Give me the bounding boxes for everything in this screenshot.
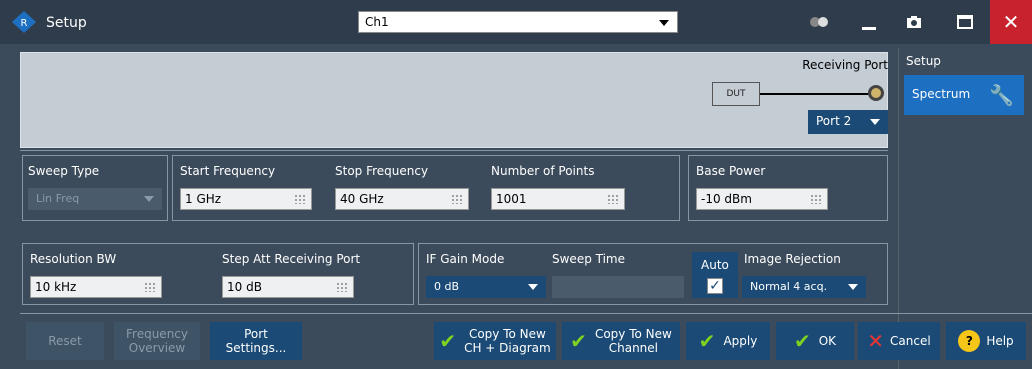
if-gain-mode-select[interactable]: 0 dB	[426, 276, 546, 298]
if-gain-value: 0 dB	[434, 280, 460, 293]
ok-button[interactable]: ✔ OK	[776, 322, 854, 360]
port-settings-button[interactable]: Port Settings...	[210, 322, 302, 360]
base-power-label: Base Power	[696, 164, 766, 178]
checkmark-icon: ✔	[698, 329, 716, 353]
base-power-input[interactable]: -10 dBm	[696, 188, 828, 210]
image-rejection-label: Image Rejection	[744, 252, 841, 266]
if-gain-mode-label: IF Gain Mode	[426, 252, 505, 266]
port-select[interactable]: Port 2	[808, 110, 888, 134]
receiving-port-label: Receiving Port	[802, 58, 888, 72]
keypad-icon[interactable]	[294, 194, 305, 204]
sweep-time-input	[552, 276, 684, 298]
close-icon[interactable]: ✕	[990, 0, 1032, 44]
spectrum-button[interactable]: Spectrum 🔧	[904, 75, 1024, 115]
image-rejection-select[interactable]: Normal 4 acq.	[742, 276, 866, 298]
frequency-overview-button: Frequency Overview	[114, 322, 200, 360]
chevron-down-icon	[528, 284, 538, 290]
channel-select-value: Ch1	[365, 15, 389, 29]
minimize-icon[interactable]	[848, 0, 890, 44]
start-frequency-input[interactable]: 1 GHz	[180, 188, 312, 210]
keypad-icon[interactable]	[336, 282, 347, 292]
cancel-button[interactable]: ✕ Cancel	[858, 322, 940, 360]
checkmark-icon: ✔	[570, 329, 587, 353]
keypad-icon[interactable]	[810, 194, 821, 204]
start-frequency-label: Start Frequency	[180, 164, 276, 178]
auto-label: Auto	[701, 258, 729, 272]
image-rejection-value: Normal 4 acq.	[750, 280, 828, 293]
apply-button[interactable]: ✔ Apply	[686, 322, 770, 360]
sweep-type-value: Lin Freq	[36, 192, 80, 205]
svg-text:R: R	[21, 18, 28, 29]
resolution-bw-input[interactable]: 10 kHz	[30, 276, 162, 298]
port-select-value: Port 2	[816, 114, 852, 128]
step-att-label: Step Att Receiving Port	[222, 252, 361, 266]
help-button[interactable]: ? Help	[946, 322, 1026, 360]
channel-select[interactable]: Ch1	[358, 11, 678, 33]
stop-frequency-input[interactable]: 40 GHz	[335, 188, 469, 210]
maximize-icon[interactable]	[944, 0, 986, 44]
reset-button: Reset	[26, 322, 104, 360]
keypad-icon[interactable]	[451, 194, 462, 204]
chevron-down-icon	[144, 196, 154, 202]
port-connector-icon	[868, 85, 884, 101]
x-icon: ✕	[867, 329, 885, 353]
checkmark-icon: ✔	[793, 329, 811, 353]
divider	[20, 313, 1032, 314]
rohde-schwarz-logo-icon: R	[12, 11, 36, 33]
stop-frequency-label: Stop Frequency	[335, 164, 429, 178]
resolution-bw-label: Resolution BW	[30, 252, 117, 266]
number-of-points-label: Number of Points	[491, 164, 595, 178]
spectrum-label: Spectrum	[912, 87, 971, 101]
chevron-down-icon	[659, 20, 669, 26]
copy-to-new-ch-diagram-button[interactable]: ✔ Copy To New CH + Diagram	[434, 322, 556, 360]
setup-label: Setup	[906, 54, 941, 68]
checkmark-icon: ✔	[439, 329, 457, 353]
chevron-down-icon	[870, 119, 880, 125]
connection-line	[760, 93, 872, 95]
keypad-icon[interactable]	[144, 282, 155, 292]
sweep-type-label: Sweep Type	[28, 164, 100, 178]
step-att-input[interactable]: 10 dB	[222, 276, 354, 298]
copy-to-new-channel-button[interactable]: ✔ Copy To New Channel	[562, 322, 680, 360]
sweep-time-label: Sweep Time	[552, 252, 625, 266]
number-of-points-input[interactable]: 1001	[491, 188, 625, 210]
help-icon: ?	[958, 330, 981, 352]
toggle-icon[interactable]	[798, 0, 840, 44]
divider	[20, 150, 888, 151]
sweep-type-select: Lin Freq	[28, 188, 162, 210]
keypad-icon[interactable]	[607, 194, 618, 204]
camera-icon[interactable]	[893, 0, 935, 44]
chevron-down-icon	[848, 284, 858, 290]
auto-checkbox[interactable]: ✓	[707, 278, 723, 294]
dut-box: DUT	[712, 82, 760, 106]
wrench-icon: 🔧	[989, 83, 1014, 107]
window-title: Setup	[46, 15, 87, 31]
